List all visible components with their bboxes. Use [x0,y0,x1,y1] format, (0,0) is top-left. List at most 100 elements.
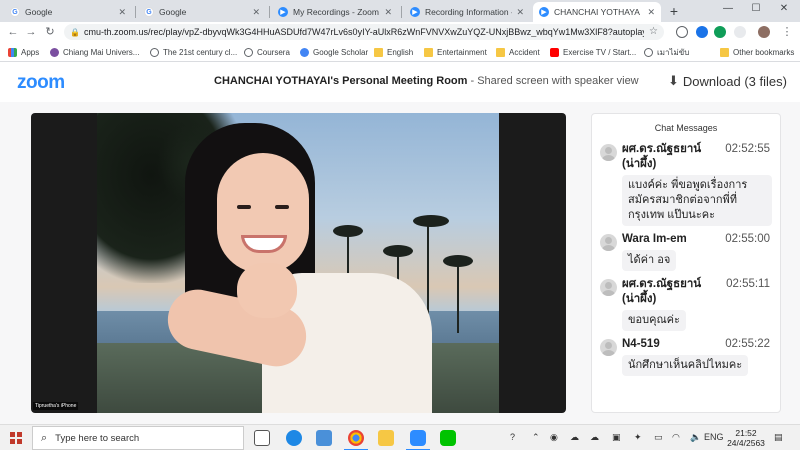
new-tab-button[interactable]: + [666,3,682,19]
chat-sender: Wara Im-em [622,233,687,245]
avatar [600,339,617,356]
language-indicator[interactable]: ENG [704,432,724,442]
task-view-icon[interactable] [254,430,270,446]
download-button[interactable]: ⬇ Download (3 files) [668,73,787,89]
store-icon[interactable] [316,430,332,446]
browser-tab-my-recordings[interactable]: ▶ My Recordings - Zoom ✕ [272,2,398,22]
address-text: cmu-th.zoom.us/rec/play/vpZ-dbyvqWk3G4HH… [83,27,644,37]
chat-text: แบงค์ค่ะ พี่ขอพูดเรื่องการสมัครสมาชิกต่อ… [622,175,772,226]
close-icon[interactable]: ✕ [647,7,655,18]
tab-divider [135,6,136,18]
profile-avatar[interactable] [758,26,770,38]
browser-tab-recording-info[interactable]: ▶ Recording Information - Zo ✕ [404,2,530,22]
tab-divider [401,6,402,18]
clock-time: 21:52 [735,428,757,438]
taskbar-search-input[interactable]: ⌕ Type here to search [32,426,244,450]
face [217,153,309,273]
star-icon[interactable]: ☆ [649,26,658,37]
maximize-icon[interactable]: ☐ [746,3,766,14]
bookmark-label: Coursera [257,47,290,57]
windows-start-icon[interactable] [10,432,22,444]
main-content: Tipruetha's iPhone Chat Messages ผศ.ดร.ณ… [0,102,800,424]
chat-text: นักศึกษาเห็นคลิปไหมคะ [622,355,749,376]
close-icon[interactable]: ✕ [516,7,524,18]
extension-icon[interactable] [734,26,746,38]
bookmark-label: The 21st century cl... [163,47,238,57]
close-icon[interactable]: ✕ [384,7,392,18]
back-icon[interactable]: ← [6,25,20,39]
chrome-icon[interactable] [344,430,368,450]
tab-title: Google [25,7,53,17]
chat-time[interactable]: 02:55:00 [725,232,770,247]
folder-icon [374,47,383,57]
tray-app-icon[interactable]: ▣ [612,432,621,443]
tab-divider [269,6,270,18]
file-explorer-icon[interactable] [378,430,394,446]
minimize-icon[interactable]: — [718,3,738,14]
web-icon [244,47,253,57]
browser-tab-strip: G Google ✕ G Google ✕ ▶ My Recordings - … [0,0,800,22]
chat-time[interactable]: 02:55:22 [725,337,770,352]
chat-message: N4-519 02:55:22 นักศึกษาเห็นคลิปไหมคะ [600,337,780,376]
bookmark-english[interactable]: English [374,46,413,58]
bookmark-entertainment[interactable]: Entertainment [424,46,487,58]
grammarly-icon[interactable] [696,26,708,38]
meeting-subtitle: - Shared screen with speaker view [467,75,639,87]
zoom-app-icon[interactable] [406,430,430,450]
bookmark-thai[interactable]: เมาไม่ขับ [644,46,689,58]
close-icon[interactable]: ✕ [118,7,126,18]
bookmark-coursera[interactable]: Coursera [244,46,290,58]
bookmark-label: Apps [21,47,40,57]
volume-icon[interactable]: 🔈 [690,432,701,443]
chevron-up-icon[interactable]: ⌃ [532,432,540,443]
browser-tab-active[interactable]: ▶ CHANCHAI YOTHAYA ✕ [533,2,661,22]
web-icon [150,47,159,57]
extension-icon[interactable] [676,26,688,38]
bookmark-other[interactable]: Other bookmarks [720,46,794,58]
line-icon[interactable] [440,430,456,446]
google-icon: G [144,7,154,17]
palm-tree [457,263,459,333]
edge-icon[interactable] [286,430,302,446]
bookmark-cmu[interactable]: Chiang Mai Univers... [50,46,139,58]
network-icon[interactable]: ◉ [550,432,558,443]
bookmark-apps[interactable]: Apps [8,46,39,58]
bookmark-exercise-tv[interactable]: Exercise TV / Start... [550,46,636,58]
chat-text: ขอบคุณค่ะ [622,310,686,331]
chat-time[interactable]: 02:55:11 [726,277,770,292]
chat-time[interactable]: 02:52:55 [725,142,770,157]
clock-date: 24/4/2563 [727,438,765,448]
search-placeholder: Type here to search [55,432,140,444]
video-player[interactable]: Tipruetha's iPhone [31,113,566,413]
bookmark-label: Google Scholar [313,47,369,57]
forward-icon[interactable]: → [24,25,38,39]
help-icon[interactable]: ? [510,432,515,442]
cmu-icon [50,47,59,57]
browser-tab-google-1[interactable]: G Google ✕ [4,2,132,22]
tab-title: Recording Information - Zo [425,7,512,17]
folder-icon [424,47,433,57]
tray-app-icon[interactable]: ✦ [634,432,642,443]
close-window-icon[interactable]: ✕ [774,3,794,14]
youtube-icon [550,47,559,57]
zoom-logo[interactable]: zoom [17,72,65,94]
bookmark-google-scholar[interactable]: Google Scholar [300,46,368,58]
cloud-icon[interactable]: ☁ [590,432,599,443]
reload-icon[interactable]: ↻ [43,25,57,39]
address-bar[interactable]: 🔒 cmu-th.zoom.us/rec/play/vpZ-dbyvqWk3G4… [64,24,664,40]
tab-title: CHANCHAI YOTHAYA [554,7,640,17]
battery-icon[interactable]: ▭ [654,432,663,443]
menu-icon[interactable]: ⋮ [780,25,794,39]
evernote-icon[interactable] [714,26,726,38]
bookmark-accident[interactable]: Accident [496,46,540,58]
chat-panel[interactable]: Chat Messages ผศ.ดร.ณัฐธยาน์ (น่าผึ้ง) 0… [591,113,781,413]
bookmark-21st-century[interactable]: The 21st century cl... [150,46,237,58]
wifi-icon[interactable]: ◠ [672,432,680,443]
close-icon[interactable]: ✕ [252,7,260,18]
apps-icon [8,47,17,57]
notifications-icon[interactable]: ▤ [774,432,783,443]
chat-text: ได้ค่า อจ [622,250,677,271]
cloud-icon[interactable]: ☁ [570,432,579,443]
clock[interactable]: 21:52 24/4/2563 [724,428,768,448]
browser-tab-google-2[interactable]: G Google ✕ [138,2,266,22]
